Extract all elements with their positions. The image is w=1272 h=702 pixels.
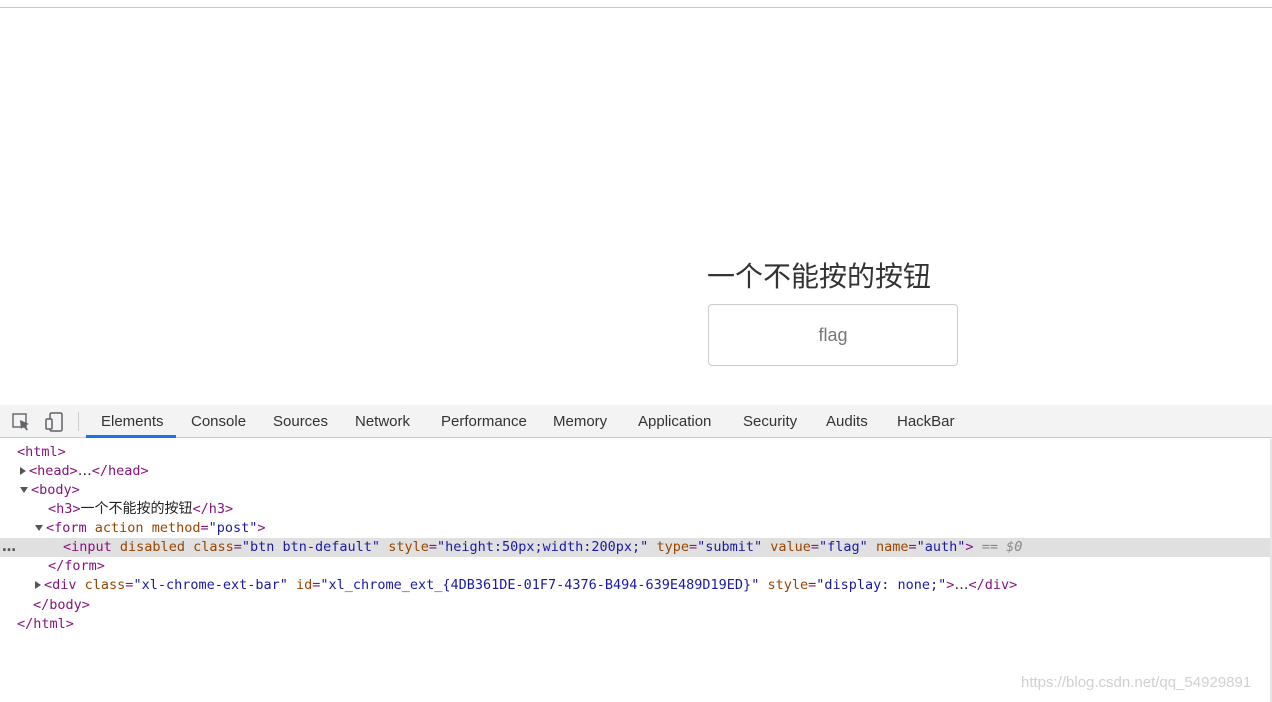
tab-security[interactable]: Security xyxy=(743,405,797,437)
device-toolbar-icon[interactable] xyxy=(44,411,66,433)
dom-node-form-close[interactable]: </form> xyxy=(0,557,1270,576)
dom-node-h3[interactable]: <h3>一个不能按的按钮</h3> xyxy=(0,500,1270,519)
dom-node-html[interactable]: <html> xyxy=(0,443,1270,462)
cursor-select-icon[interactable] xyxy=(10,411,32,433)
more-options-icon[interactable]: … xyxy=(2,538,16,557)
tab-audits[interactable]: Audits xyxy=(826,405,868,437)
tab-network[interactable]: Network xyxy=(355,405,410,437)
expand-arrow-icon[interactable] xyxy=(20,467,26,475)
watermark-url: https://blog.csdn.net/qq_54929891 xyxy=(1021,674,1252,691)
flag-button-disabled[interactable]: flag xyxy=(708,304,958,366)
dom-node-form[interactable]: <form action method="post"> xyxy=(0,519,1270,538)
browser-top-border xyxy=(0,7,1272,8)
tab-console[interactable]: Console xyxy=(191,405,246,437)
dom-node-html-close[interactable]: </html> xyxy=(0,615,1270,634)
page-heading: 一个不能按的按钮 xyxy=(707,260,932,293)
devtools-panel: Elements Console Sources Network Perform… xyxy=(0,405,1272,702)
tab-hackbar[interactable]: HackBar xyxy=(897,405,955,437)
active-tab-indicator xyxy=(86,435,176,438)
dom-node-div-extbar[interactable]: <div class="xl-chrome-ext-bar" id="xl_ch… xyxy=(0,576,1270,595)
tab-memory[interactable]: Memory xyxy=(553,405,607,437)
collapse-arrow-icon[interactable] xyxy=(20,487,28,493)
devtools-tabbar: Elements Console Sources Network Perform… xyxy=(0,405,1272,438)
tab-application[interactable]: Application xyxy=(638,405,711,437)
collapse-arrow-icon[interactable] xyxy=(35,525,43,531)
toolbar-separator xyxy=(78,412,79,431)
tab-performance[interactable]: Performance xyxy=(441,405,527,437)
expand-arrow-icon[interactable] xyxy=(35,581,41,589)
tab-sources[interactable]: Sources xyxy=(273,405,328,437)
dom-node-head[interactable]: <head>…</head> xyxy=(0,462,1270,481)
dom-node-body-close[interactable]: </body> xyxy=(0,596,1270,615)
elements-tree: <html> <head>…</head> <body> <h3>一个不能按的按… xyxy=(0,439,1272,702)
dom-node-input-selected[interactable]: … <input disabled class="btn btn-default"… xyxy=(0,538,1270,557)
dom-node-body[interactable]: <body> xyxy=(0,481,1270,500)
tab-elements[interactable]: Elements xyxy=(101,405,164,437)
